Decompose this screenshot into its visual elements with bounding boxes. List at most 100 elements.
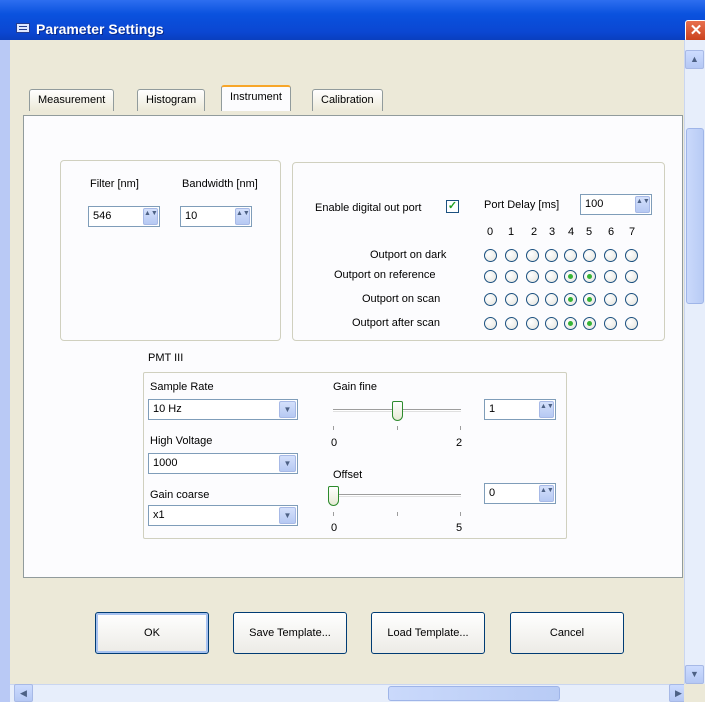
spin-arrows-icon[interactable]: ▲▼ <box>143 208 158 225</box>
outport-bit-radio[interactable] <box>545 293 558 306</box>
gain-fine-spinbox[interactable]: 1 ▲▼ <box>484 399 556 420</box>
bit-label: 0 <box>486 226 494 238</box>
load-template-button[interactable]: Load Template... <box>371 612 485 654</box>
outport-bit-radio[interactable] <box>484 317 497 330</box>
enable-digital-out-checkbox[interactable]: ✓ <box>446 200 459 213</box>
offset-tick <box>397 512 398 516</box>
bandwidth-value: 10 <box>185 210 198 222</box>
outport-bit-radio[interactable] <box>564 270 577 283</box>
bandwidth-spinbox[interactable]: 10 ▲▼ <box>180 206 252 227</box>
ok-button[interactable]: OK <box>95 612 209 654</box>
vertical-scroll-thumb[interactable] <box>686 128 704 304</box>
outport-bit-radio[interactable] <box>604 249 617 262</box>
outport-bit-radio[interactable] <box>625 317 638 330</box>
outport-row-label: Outport after scan <box>352 317 441 329</box>
outport-bit-radio[interactable] <box>526 317 539 330</box>
outport-bit-radio[interactable] <box>564 293 577 306</box>
outport-bit-radio[interactable] <box>526 293 539 306</box>
scroll-down-icon[interactable]: ▼ <box>685 665 704 684</box>
chevron-down-icon[interactable]: ▼ <box>279 455 296 472</box>
app-icon <box>16 23 30 33</box>
offset-slider-thumb[interactable] <box>328 486 339 506</box>
close-button[interactable]: ✕ <box>685 20 705 42</box>
outport-bit-radio[interactable] <box>484 293 497 306</box>
bandwidth-label: Bandwidth [nm] <box>182 178 258 190</box>
pmt-group-label: PMT III <box>148 352 184 364</box>
bit-label: 3 <box>548 226 556 238</box>
offset-spinbox[interactable]: 0 ▲▼ <box>484 483 556 504</box>
outport-bit-radio[interactable] <box>545 249 558 262</box>
outport-bit-radio[interactable] <box>604 270 617 283</box>
tab-histogram[interactable]: Histogram <box>137 89 206 111</box>
high-voltage-label: High Voltage <box>150 435 213 447</box>
bit-label: 7 <box>628 226 636 238</box>
outport-bit-radio[interactable] <box>604 317 617 330</box>
outport-bit-radio[interactable] <box>545 317 558 330</box>
filter-value: 546 <box>93 210 112 222</box>
sample-rate-select[interactable]: 10 Hz ▼ <box>148 399 298 420</box>
gain-coarse-select[interactable]: x1 ▼ <box>148 505 298 526</box>
outport-bit-radio[interactable] <box>625 270 638 283</box>
horizontal-scrollbar[interactable]: ◀ ▶ <box>10 684 694 702</box>
outport-bit-radio[interactable] <box>604 293 617 306</box>
chevron-down-icon[interactable]: ▼ <box>279 507 296 524</box>
offset-min-label: 0 <box>331 522 338 534</box>
gain-fine-max-label: 2 <box>456 437 463 449</box>
vertical-scrollbar[interactable]: ▲ ▼ <box>684 40 705 686</box>
offset-tick <box>333 512 334 516</box>
outport-bit-radio[interactable] <box>526 270 539 283</box>
horizontal-scroll-thumb[interactable] <box>388 686 560 701</box>
outport-row-label: Outport on dark <box>370 249 447 261</box>
sample-rate-label: Sample Rate <box>150 381 214 393</box>
outport-bit-radio[interactable] <box>625 249 638 262</box>
outport-bit-radio[interactable] <box>484 270 497 283</box>
chevron-down-icon[interactable]: ▼ <box>279 401 296 418</box>
filter-spinbox[interactable]: 546 ▲▼ <box>88 206 160 227</box>
high-voltage-value: 1000 <box>153 457 178 469</box>
tab-measurement[interactable]: Measurement <box>29 89 115 111</box>
gain-coarse-label: Gain coarse <box>150 489 210 501</box>
title-bar: Parameter Settings ✕ <box>0 0 705 42</box>
gain-coarse-value: x1 <box>153 509 165 521</box>
scroll-up-icon[interactable]: ▲ <box>685 50 704 69</box>
outport-bit-radio[interactable] <box>505 270 518 283</box>
high-voltage-select[interactable]: 1000 ▼ <box>148 453 298 474</box>
spin-arrows-icon[interactable]: ▲▼ <box>235 208 250 225</box>
outport-bit-radio[interactable] <box>505 317 518 330</box>
outport-bit-radio[interactable] <box>564 317 577 330</box>
bit-label: 4 <box>567 226 575 238</box>
outport-bit-radio[interactable] <box>505 249 518 262</box>
cancel-button[interactable]: Cancel <box>510 612 624 654</box>
outport-bit-radio[interactable] <box>625 293 638 306</box>
filter-label: Filter [nm] <box>90 178 139 190</box>
gain-fine-tick <box>460 426 461 430</box>
outport-bit-radio[interactable] <box>583 249 596 262</box>
spin-arrows-icon[interactable]: ▲▼ <box>635 196 650 213</box>
tab-calibration[interactable]: Calibration <box>312 89 383 111</box>
outport-bit-radio[interactable] <box>583 293 596 306</box>
outport-bit-radio[interactable] <box>505 293 518 306</box>
outport-bit-radio[interactable] <box>545 270 558 283</box>
enable-digital-out-label: Enable digital out port <box>315 202 422 214</box>
offset-tick <box>460 512 461 516</box>
save-template-button[interactable]: Save Template... <box>233 612 347 654</box>
outport-bit-radio[interactable] <box>564 249 577 262</box>
outport-bit-radio[interactable] <box>484 249 497 262</box>
bit-label: 1 <box>507 226 515 238</box>
spin-arrows-icon[interactable]: ▲▼ <box>539 485 554 502</box>
offset-value: 0 <box>489 487 496 499</box>
outport-bit-radio[interactable] <box>526 249 539 262</box>
outport-bit-radio[interactable] <box>583 317 596 330</box>
spin-arrows-icon[interactable]: ▲▼ <box>539 401 554 418</box>
port-delay-spinbox[interactable]: 100 ▲▼ <box>580 194 652 215</box>
gain-fine-label: Gain fine <box>333 381 378 393</box>
outport-row-label: Outport on reference <box>334 269 436 281</box>
bit-label: 5 <box>585 226 593 238</box>
gain-fine-slider-thumb[interactable] <box>392 401 403 421</box>
sample-rate-value: 10 Hz <box>153 403 182 415</box>
tab-instrument[interactable]: Instrument <box>221 85 291 111</box>
scroll-left-icon[interactable]: ◀ <box>14 684 33 702</box>
offset-max-label: 5 <box>456 522 463 534</box>
outport-bit-radio[interactable] <box>583 270 596 283</box>
offset-track <box>333 494 461 497</box>
